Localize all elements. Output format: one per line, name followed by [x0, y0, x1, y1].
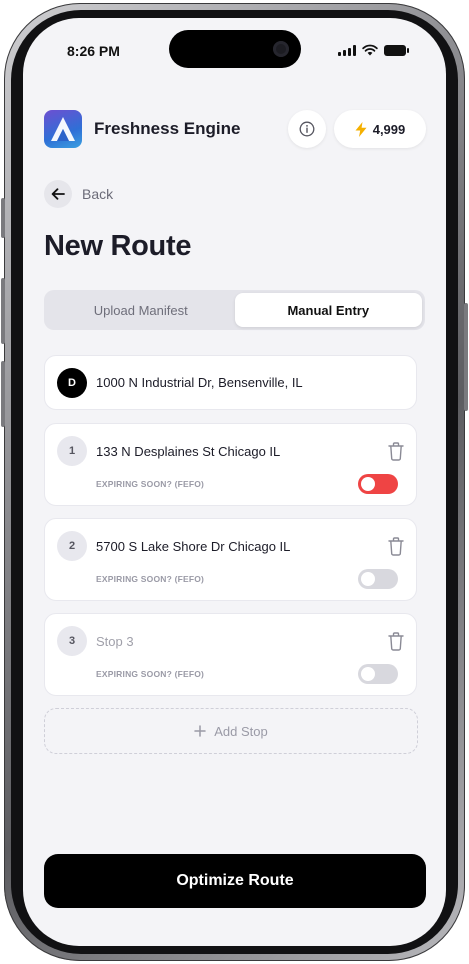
- back-button[interactable]: [44, 180, 72, 208]
- fefo-label: EXPIRING SOON? (FEFO): [96, 574, 205, 584]
- stop-number-badge: 2: [57, 531, 87, 561]
- action-button: [1, 198, 5, 238]
- stop-card: 3 Stop 3 EXPIRING SOON? (FEFO): [44, 613, 417, 696]
- tab-manual-entry[interactable]: Manual Entry: [234, 293, 422, 327]
- wifi-icon: [362, 44, 378, 56]
- status-icons: [338, 44, 409, 56]
- credits-value: 4,999: [372, 121, 406, 137]
- optimize-route-button[interactable]: Optimize Route: [44, 854, 426, 908]
- trash-icon[interactable]: [387, 441, 405, 461]
- stop-card: 2 5700 S Lake Shore Dr Chicago IL EXPIRI…: [44, 518, 417, 601]
- stop-address-input[interactable]: 5700 S Lake Shore Dr Chicago IL: [96, 539, 290, 554]
- app-header: Freshness Engine 4,999: [44, 108, 426, 150]
- fefo-label: EXPIRING SOON? (FEFO): [96, 669, 205, 679]
- status-time: 8:26 PM: [67, 43, 120, 59]
- camera-icon: [273, 41, 289, 57]
- stop-address-input[interactable]: Stop 3: [96, 634, 134, 649]
- volume-up-button: [1, 278, 5, 344]
- stop-address-input[interactable]: 133 N Desplaines St Chicago IL: [96, 444, 280, 459]
- volume-down-button: [1, 361, 5, 427]
- fefo-toggle[interactable]: [358, 664, 398, 684]
- depot-address[interactable]: 1000 N Industrial Dr, Bensenville, IL: [96, 375, 303, 390]
- fefo-toggle[interactable]: [358, 569, 398, 589]
- arrow-left-icon: [51, 188, 65, 200]
- power-button: [464, 303, 468, 411]
- app-screen: 8:26 PM Freshness Engine 4,999 Back New …: [23, 18, 446, 946]
- plus-icon: [194, 725, 206, 737]
- depot-badge: D: [57, 368, 87, 398]
- depot-card[interactable]: D 1000 N Industrial Dr, Bensenville, IL: [44, 355, 417, 410]
- status-bar: 8:26 PM: [23, 18, 446, 78]
- app-logo: [44, 110, 82, 148]
- signal-icon: [338, 44, 356, 56]
- fefo-toggle[interactable]: [358, 474, 398, 494]
- trash-icon[interactable]: [387, 631, 405, 651]
- app-title: Freshness Engine: [94, 119, 241, 138]
- battery-icon: [384, 44, 409, 56]
- trash-icon[interactable]: [387, 536, 405, 556]
- tab-upload-manifest[interactable]: Upload Manifest: [47, 293, 235, 327]
- fefo-label: EXPIRING SOON? (FEFO): [96, 479, 205, 489]
- back-link[interactable]: Back: [44, 180, 113, 208]
- stop-number-badge: 1: [57, 436, 87, 466]
- add-stop-label: Add Stop: [214, 723, 268, 739]
- entry-mode-tabs: Upload Manifest Manual Entry: [44, 290, 425, 330]
- credits-badge[interactable]: 4,999: [334, 110, 426, 148]
- logo-mark-icon: [51, 117, 75, 141]
- info-button[interactable]: [288, 110, 326, 148]
- stop-number-badge: 3: [57, 626, 87, 656]
- stop-card: 1 133 N Desplaines St Chicago IL EXPIRIN…: [44, 423, 417, 506]
- dynamic-island: [169, 30, 301, 68]
- info-icon: [299, 121, 315, 137]
- page-title: New Route: [44, 230, 192, 262]
- lightning-bolt-icon: [355, 121, 367, 137]
- back-label: Back: [82, 186, 114, 202]
- add-stop-button[interactable]: Add Stop: [44, 708, 418, 754]
